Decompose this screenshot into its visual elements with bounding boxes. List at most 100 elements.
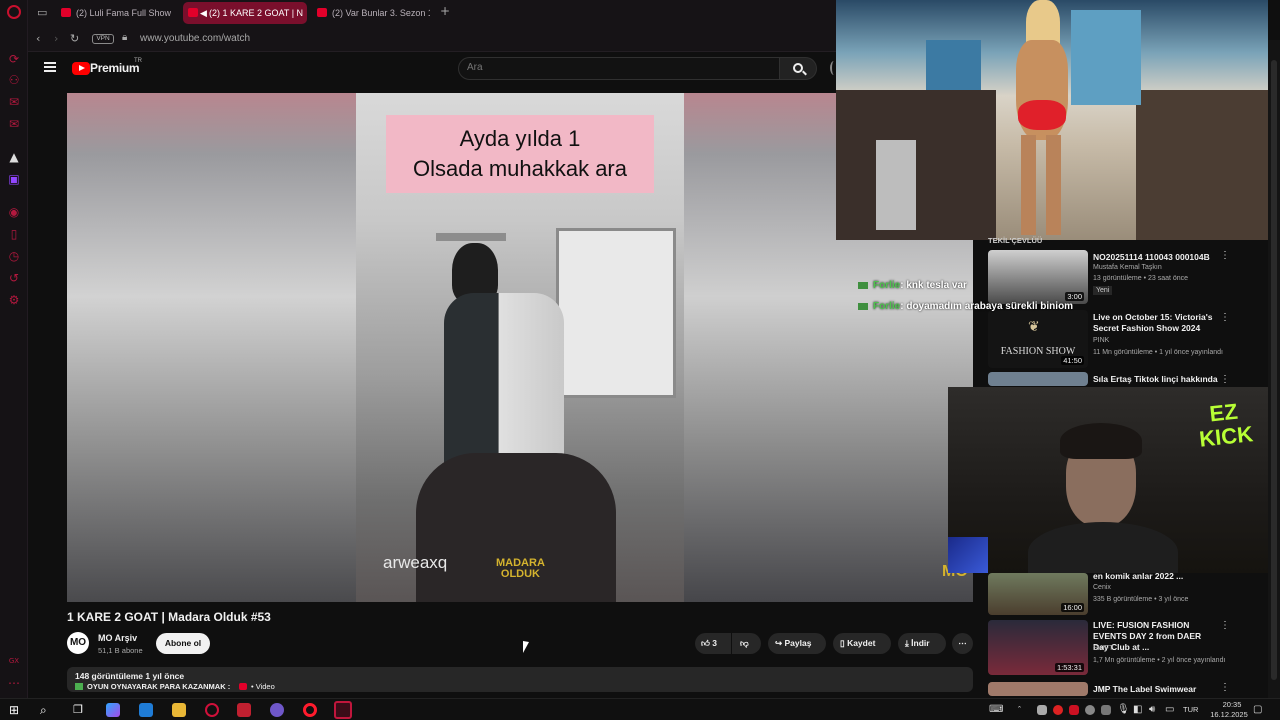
opera-gx-active-icon[interactable] <box>334 701 352 719</box>
app-icon[interactable] <box>237 703 251 717</box>
streamer-shirt <box>1028 522 1178 573</box>
twitch-icon[interactable]: ▣ <box>7 172 21 186</box>
description-box[interactable]: 148 görüntüleme 1 yıl önce OYUN OYNAYARA… <box>67 667 973 692</box>
gx-icon[interactable]: GX <box>7 654 21 668</box>
tray-app-icon[interactable] <box>1037 705 1047 715</box>
silver-boots <box>876 140 916 230</box>
mail-icon[interactable]: ✉ <box>7 117 21 131</box>
video-clip: Ayda yılda 1 Olsada muhakkak ara arweaxq… <box>356 93 684 602</box>
channel-avatar[interactable]: MO <box>67 632 89 654</box>
subscribe-button[interactable]: Abone ol <box>156 633 210 654</box>
aria-icon[interactable]: ▲ <box>7 150 21 164</box>
save-button[interactable]: ▯ Kaydet <box>833 633 891 654</box>
vpn-badge[interactable]: VPN <box>92 34 114 44</box>
channel-name[interactable]: MO Arşiv <box>98 633 137 643</box>
windows-start-icon[interactable]: ⊞ <box>9 703 23 717</box>
opera-gx-icon[interactable] <box>205 703 219 717</box>
sidebar-header: TEKİL'ÇEVLÜÜ <box>988 236 1043 245</box>
channel-name: Cenix <box>1093 584 1111 591</box>
download-button[interactable]: ⤓ İndir <box>898 633 946 654</box>
stream-chat-overlay: Forlie: knk tesla var Forlie: doyamadım … <box>858 278 1108 318</box>
notification-icon[interactable]: ▢ <box>1253 703 1267 717</box>
network-icon[interactable]: ◧ <box>1133 703 1147 717</box>
messenger-icon[interactable]: ✉ <box>7 95 21 109</box>
input-language[interactable]: TUR <box>1183 705 1198 714</box>
video-title: NO20251114 110043 000104B <box>1093 252 1210 262</box>
tray-app-icon[interactable] <box>1053 705 1063 715</box>
like-count: 3 <box>712 638 717 648</box>
player-icon[interactable]: ◉ <box>7 205 21 219</box>
file-explorer-icon[interactable] <box>172 703 186 717</box>
opera-logo-icon[interactable] <box>7 5 21 19</box>
more-vert-icon[interactable]: ⋮ <box>1220 682 1230 693</box>
keyboard-icon[interactable]: ⌨ <box>989 703 1003 717</box>
forward-icon[interactable]: › <box>54 32 58 45</box>
search-button[interactable] <box>779 57 817 80</box>
tab-var-bunlar[interactable]: (2) Var Bunlar 3. Sezon 1. <box>312 2 430 24</box>
list-item[interactable]: JMP The Label Swimwear ⋮ <box>988 682 1278 698</box>
microphone-icon[interactable]: 🎙︎ <box>1117 703 1131 717</box>
opera-icon[interactable] <box>303 703 317 717</box>
windows-taskbar: ⊞ ⌕ ❐ ⌨ ˆ 🎙︎ ◧ 🔊︎ ▭ TUR 20:35 16.12.2025… <box>0 698 1280 720</box>
hamburger-menu-icon[interactable] <box>44 62 56 72</box>
tab-menu-icon[interactable]: ▭ <box>37 6 47 19</box>
new-tab-icon[interactable]: + <box>440 4 450 18</box>
back-icon[interactable]: ‹ <box>36 32 40 45</box>
clock-date[interactable]: 16.12.2025 <box>1204 710 1254 719</box>
copilot-icon[interactable] <box>106 703 120 717</box>
settings-icon[interactable]: ⚙ <box>7 293 21 307</box>
youtube-favicon-icon <box>61 8 71 17</box>
tab-bar: ▭ (2) Luli Fama Full Show in ◀ (2) 1 KAR… <box>28 0 836 26</box>
more-actions-button[interactable]: ⋯ <box>952 633 973 654</box>
search-box <box>458 57 780 80</box>
reload-icon[interactable]: ↻ <box>70 32 79 45</box>
tab-luli-fama[interactable]: (2) Luli Fama Full Show in <box>56 2 174 24</box>
tab-1-kare-2-goat[interactable]: ◀ (2) 1 KARE 2 GOAT | N <box>183 2 307 24</box>
chat-badge-icon <box>858 302 868 310</box>
list-item[interactable]: 16:00 en komik anlar 2022 ... Cenix 335 … <box>988 571 1278 617</box>
tray-app-icon[interactable] <box>1101 705 1111 715</box>
youtube-favicon-icon <box>188 8 198 17</box>
more-vert-icon[interactable]: ⋮ <box>1220 250 1230 261</box>
more-vert-icon[interactable]: ⋮ <box>1220 312 1230 323</box>
bookmark-icon[interactable]: ▯ <box>7 227 21 241</box>
speaker-icon[interactable]: ◀ <box>200 2 207 24</box>
like-button[interactable]: 👍︎ 3 <box>695 633 731 654</box>
refresh-icon[interactable]: ↺ <box>7 271 21 285</box>
more-vert-icon[interactable]: ⋮ <box>1220 620 1230 631</box>
chat-message: Forlie: doyamadım arabaya sürekli biniom <box>858 301 1073 312</box>
tray-app-icon[interactable] <box>1085 705 1095 715</box>
clock-icon[interactable]: ◷ <box>7 249 21 263</box>
list-item[interactable]: FASHION SHOW ❦ 41:50 Live on October 15:… <box>988 310 1278 370</box>
audience-left <box>836 90 996 240</box>
battery-icon[interactable]: ▭ <box>1165 703 1179 717</box>
more-vert-icon[interactable]: ⋮ <box>1220 374 1230 385</box>
search-icon[interactable]: ⌕ <box>40 703 54 717</box>
chat-username: Forlie <box>873 280 901 291</box>
tray-chevron-icon[interactable]: ˆ <box>1018 703 1032 717</box>
video-stats: 148 görüntüleme 1 yıl önce <box>75 671 185 681</box>
clock-time[interactable]: 20:35 <box>1212 700 1252 709</box>
edge-icon[interactable] <box>139 703 153 717</box>
red-swimwear <box>1018 100 1066 130</box>
search-input[interactable] <box>467 62 767 73</box>
share-button[interactable]: ↪ Paylaş <box>768 633 826 654</box>
list-item[interactable]: 1:53:31 LIVE: FUSION FASHION EVENTS DAY … <box>988 620 1278 678</box>
youtube-premium-label[interactable]: Premium <box>90 61 140 75</box>
history-icon[interactable]: ⟳ <box>7 52 21 66</box>
logo-line-2: KICK <box>1198 421 1255 452</box>
description-video-link[interactable]: • Video <box>251 682 275 691</box>
user-icon[interactable]: ⚇ <box>7 73 21 87</box>
tray-app-icon[interactable] <box>1069 705 1079 715</box>
volume-icon[interactable]: 🔊︎ <box>1149 703 1163 717</box>
task-view-icon[interactable]: ❐ <box>73 703 87 717</box>
person-body <box>444 293 564 473</box>
youtube-logo-icon[interactable] <box>72 62 90 75</box>
list-item[interactable]: Sıla Ertaş Tiktok linçi hakkında ⋮ <box>988 372 1278 388</box>
channel-name: PINK <box>1093 337 1110 344</box>
discord-icon[interactable] <box>270 703 284 717</box>
url-field[interactable]: www.youtube.com/watch <box>140 33 250 44</box>
dislike-button[interactable]: 👎︎ <box>732 633 761 654</box>
more-icon[interactable]: ⋯ <box>7 676 21 690</box>
page-scrollbar[interactable] <box>1268 40 1280 698</box>
